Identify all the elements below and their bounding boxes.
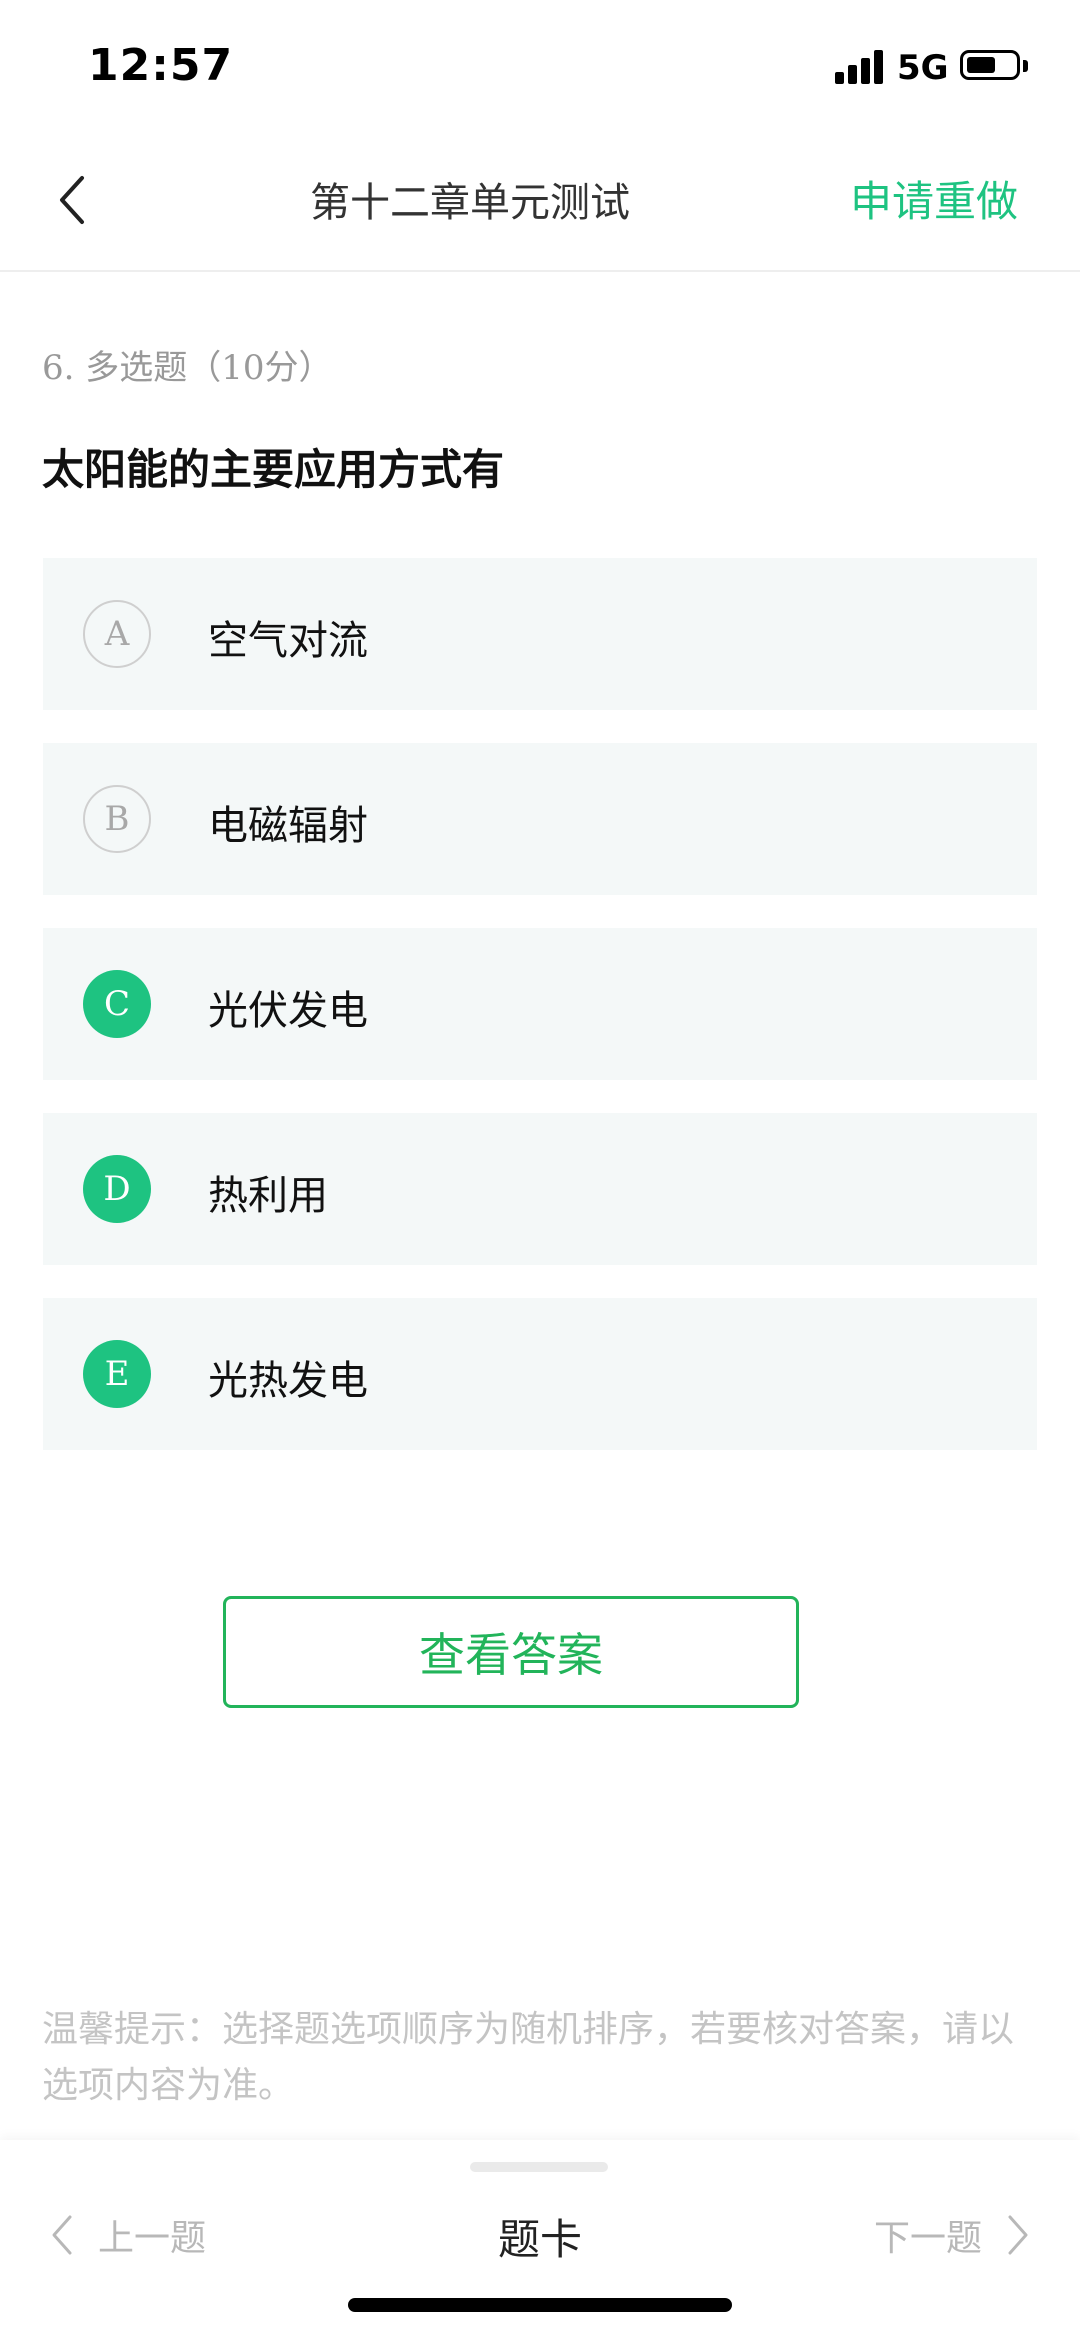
next-question-label: 下一题 [873, 2218, 982, 2259]
option-letter-badge: C [83, 970, 151, 1038]
option-letter-badge: A [83, 600, 151, 668]
status-bar: 12:57 5G [0, 0, 1080, 130]
option-text: 电磁辐射 [208, 803, 368, 849]
status-time: 12:57 [88, 40, 234, 91]
battery-icon [960, 50, 1020, 80]
option-text: 热利用 [208, 1173, 328, 1219]
question-meta: 6. 多选题（10分） [42, 348, 333, 388]
option-b[interactable]: B 电磁辐射 [43, 743, 1037, 895]
option-text: 光伏发电 [208, 988, 368, 1034]
option-d[interactable]: D 热利用 [43, 1113, 1037, 1265]
redo-request-button[interactable]: 申请重做 [850, 168, 1018, 229]
network-label: 5G [897, 48, 949, 88]
option-c[interactable]: C 光伏发电 [43, 928, 1037, 1080]
question-stem: 太阳能的主要应用方式有 [42, 445, 505, 494]
signal-icon [835, 48, 885, 84]
options-list: A 空气对流 B 电磁辐射 C 光伏发电 D 热利用 E 光热发电 [43, 558, 1037, 1483]
tip-text: 温馨提示：选择题选项顺序为随机排序，若要核对答案，请以选项内容为准。 [42, 2009, 1015, 2106]
battery-cap [1023, 60, 1028, 72]
next-question-button[interactable]: 下一题 [874, 2210, 1030, 2260]
drag-handle[interactable] [470, 2162, 608, 2172]
view-answer-button[interactable]: 查看答案 [223, 1596, 799, 1708]
chevron-right-icon [1006, 2213, 1030, 2257]
battery-fill [967, 57, 995, 73]
option-letter-badge: D [83, 1155, 151, 1223]
option-letter-badge: E [83, 1340, 151, 1408]
header: 第十二章单元测试 申请重做 [0, 130, 1080, 272]
option-text: 光热发电 [208, 1358, 368, 1404]
option-letter-badge: B [83, 785, 151, 853]
page-title: 第十二章单元测试 [310, 180, 630, 226]
home-indicator [348, 2298, 732, 2312]
option-e[interactable]: E 光热发电 [43, 1298, 1037, 1450]
option-text: 空气对流 [208, 618, 368, 664]
option-a[interactable]: A 空气对流 [43, 558, 1037, 710]
